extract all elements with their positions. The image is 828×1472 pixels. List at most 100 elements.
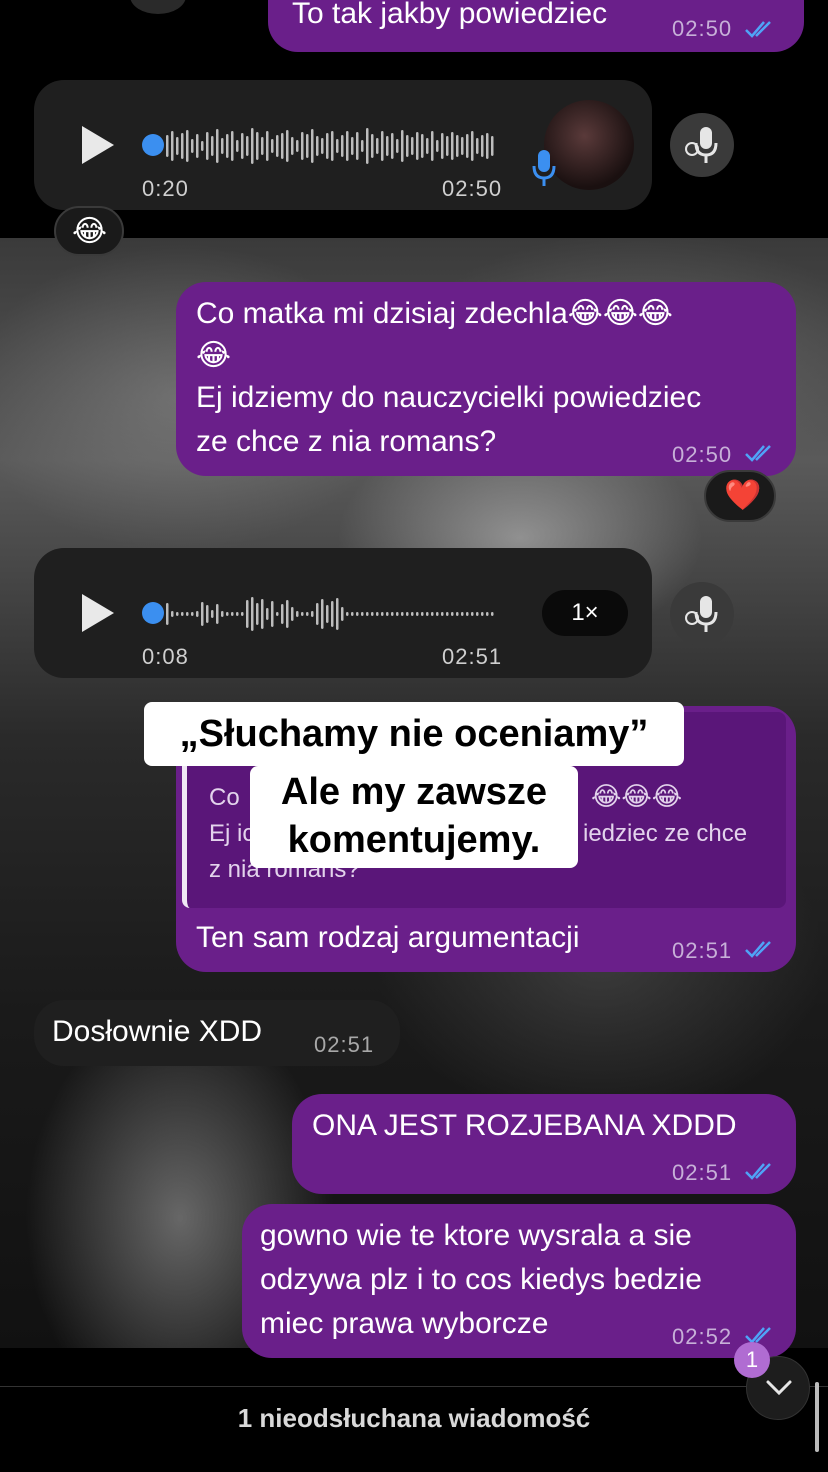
waveform-bar (291, 137, 294, 155)
reaction-badge[interactable]: ❤️ (704, 470, 776, 522)
speed-button[interactable]: 1× (542, 590, 628, 636)
message-time: 02:50 (672, 442, 733, 467)
waveform-bar (471, 612, 474, 616)
waveform-bar (361, 140, 364, 152)
waveform-bar (461, 137, 464, 155)
waveform-bar (386, 136, 389, 156)
mic-icon (685, 127, 718, 163)
transcribe-button[interactable] (670, 113, 734, 177)
waveform-bar (396, 139, 399, 153)
mic-icon (532, 150, 556, 186)
waveform-bar (241, 612, 244, 616)
waveform-bar (451, 612, 454, 616)
message-time: 02:51 (672, 1160, 733, 1185)
heart-emoji: ❤️ (724, 479, 762, 512)
waveform-bar (446, 612, 449, 616)
waveform-bar (426, 612, 429, 616)
transcribe-button[interactable] (670, 582, 734, 646)
waveform-bar (416, 132, 419, 160)
waveform-bar (411, 137, 414, 155)
waveform-bar (441, 133, 444, 159)
waveform-bar (481, 612, 484, 616)
waveform-icon[interactable] (166, 124, 506, 168)
message-line: 😂 (196, 339, 232, 372)
message-time: 02:50 (672, 16, 733, 41)
quote-text: iedziec ze chce (583, 820, 748, 847)
waveform-bar (366, 128, 369, 164)
waveform-bar (316, 603, 319, 625)
playhead[interactable] (142, 602, 164, 624)
waveform-bar (441, 612, 444, 616)
waveform-bar (206, 132, 209, 160)
message-bubble-outgoing[interactable]: ONA JEST ROZJEBANA XDDD 02:51 (292, 1094, 796, 1194)
play-icon[interactable] (82, 126, 114, 164)
waveform-bar (236, 612, 239, 616)
waveform-bar (321, 599, 324, 629)
double-check-icon (745, 21, 771, 38)
message-text: Dosłownie XDD (52, 1015, 263, 1048)
waveform-bar (396, 612, 399, 616)
waveform-bar (261, 599, 264, 629)
waveform-bar (376, 612, 379, 616)
message-text: ONA JEST ROZJEBANA XDDD (312, 1109, 737, 1142)
waveform-bar (486, 133, 489, 159)
waveform-bar (256, 132, 259, 160)
waveform-bar (321, 138, 324, 154)
waveform-bar (466, 134, 469, 158)
caption-line: komentujemy. (287, 819, 541, 861)
waveform-bar (166, 603, 169, 625)
message-text: To tak jakby powiedziec (292, 0, 608, 30)
waveform-bar (201, 602, 204, 626)
waveform-bar (226, 134, 229, 158)
message-line: Co matka mi dzisiaj zdechla😂😂😂 (196, 297, 673, 330)
unread-count-badge: 1 (734, 1342, 770, 1378)
waveform-bar (336, 139, 339, 153)
message-bubble-outgoing[interactable]: gowno wie te ktore wysrala a sie odzywa … (242, 1204, 796, 1358)
waveform-bar (191, 139, 194, 153)
voice-message[interactable]: 0:20 02:50 (34, 80, 652, 210)
voice-time: 02:50 (442, 176, 503, 201)
waveform-bar (271, 601, 274, 627)
message-time: 02:51 (314, 1032, 375, 1057)
waveform-bar (196, 611, 199, 617)
waveform-bar (181, 612, 184, 616)
double-check-icon (745, 941, 771, 958)
play-icon[interactable] (82, 594, 114, 632)
waveform-bar (341, 607, 344, 621)
unread-voice-banner[interactable]: 1 nieodsłuchana wiadomość (0, 1392, 828, 1444)
voice-message[interactable]: 0:08 02:51 1× (34, 548, 652, 678)
waveform-bar (186, 130, 189, 162)
waveform-bar (361, 612, 364, 616)
playhead[interactable] (142, 134, 164, 156)
waveform-bar (201, 141, 204, 151)
waveform-bar (296, 140, 299, 152)
waveform-bar (221, 611, 224, 617)
reaction-badge[interactable]: 😂 (54, 206, 124, 256)
waveform-bar (486, 612, 489, 616)
waveform-bar (351, 137, 354, 155)
waveform-bar (221, 138, 224, 154)
waveform-bar (371, 612, 374, 616)
waveform-bar (326, 605, 329, 623)
waveform-bar (456, 135, 459, 157)
message-bubble-outgoing[interactable]: Co matka mi dzisiaj zdechla😂😂😂 😂 Ej idzi… (176, 282, 796, 476)
laugh-emoji: 😂 (72, 215, 108, 248)
waveform-icon[interactable] (166, 592, 506, 636)
waveform-bar (311, 611, 314, 617)
waveform-bar (266, 608, 269, 620)
waveform-bar (451, 132, 454, 160)
message-bubble-incoming[interactable]: Dosłownie XDD 02:51 (34, 1000, 400, 1066)
waveform-bar (411, 612, 414, 616)
message-bubble-outgoing[interactable]: To tak jakby powiedziec 02:50 (268, 0, 804, 52)
waveform-bar (211, 136, 214, 156)
waveform-bar (466, 612, 469, 616)
waveform-bar (446, 136, 449, 156)
waveform-bar (186, 612, 189, 616)
scrollbar[interactable] (815, 1382, 819, 1452)
waveform-bar (211, 610, 214, 618)
quote-text: Ej ic (209, 820, 255, 847)
waveform-bar (176, 137, 179, 155)
waveform-bar (406, 612, 409, 616)
waveform-bar (231, 131, 234, 161)
waveform-bar (301, 132, 304, 160)
